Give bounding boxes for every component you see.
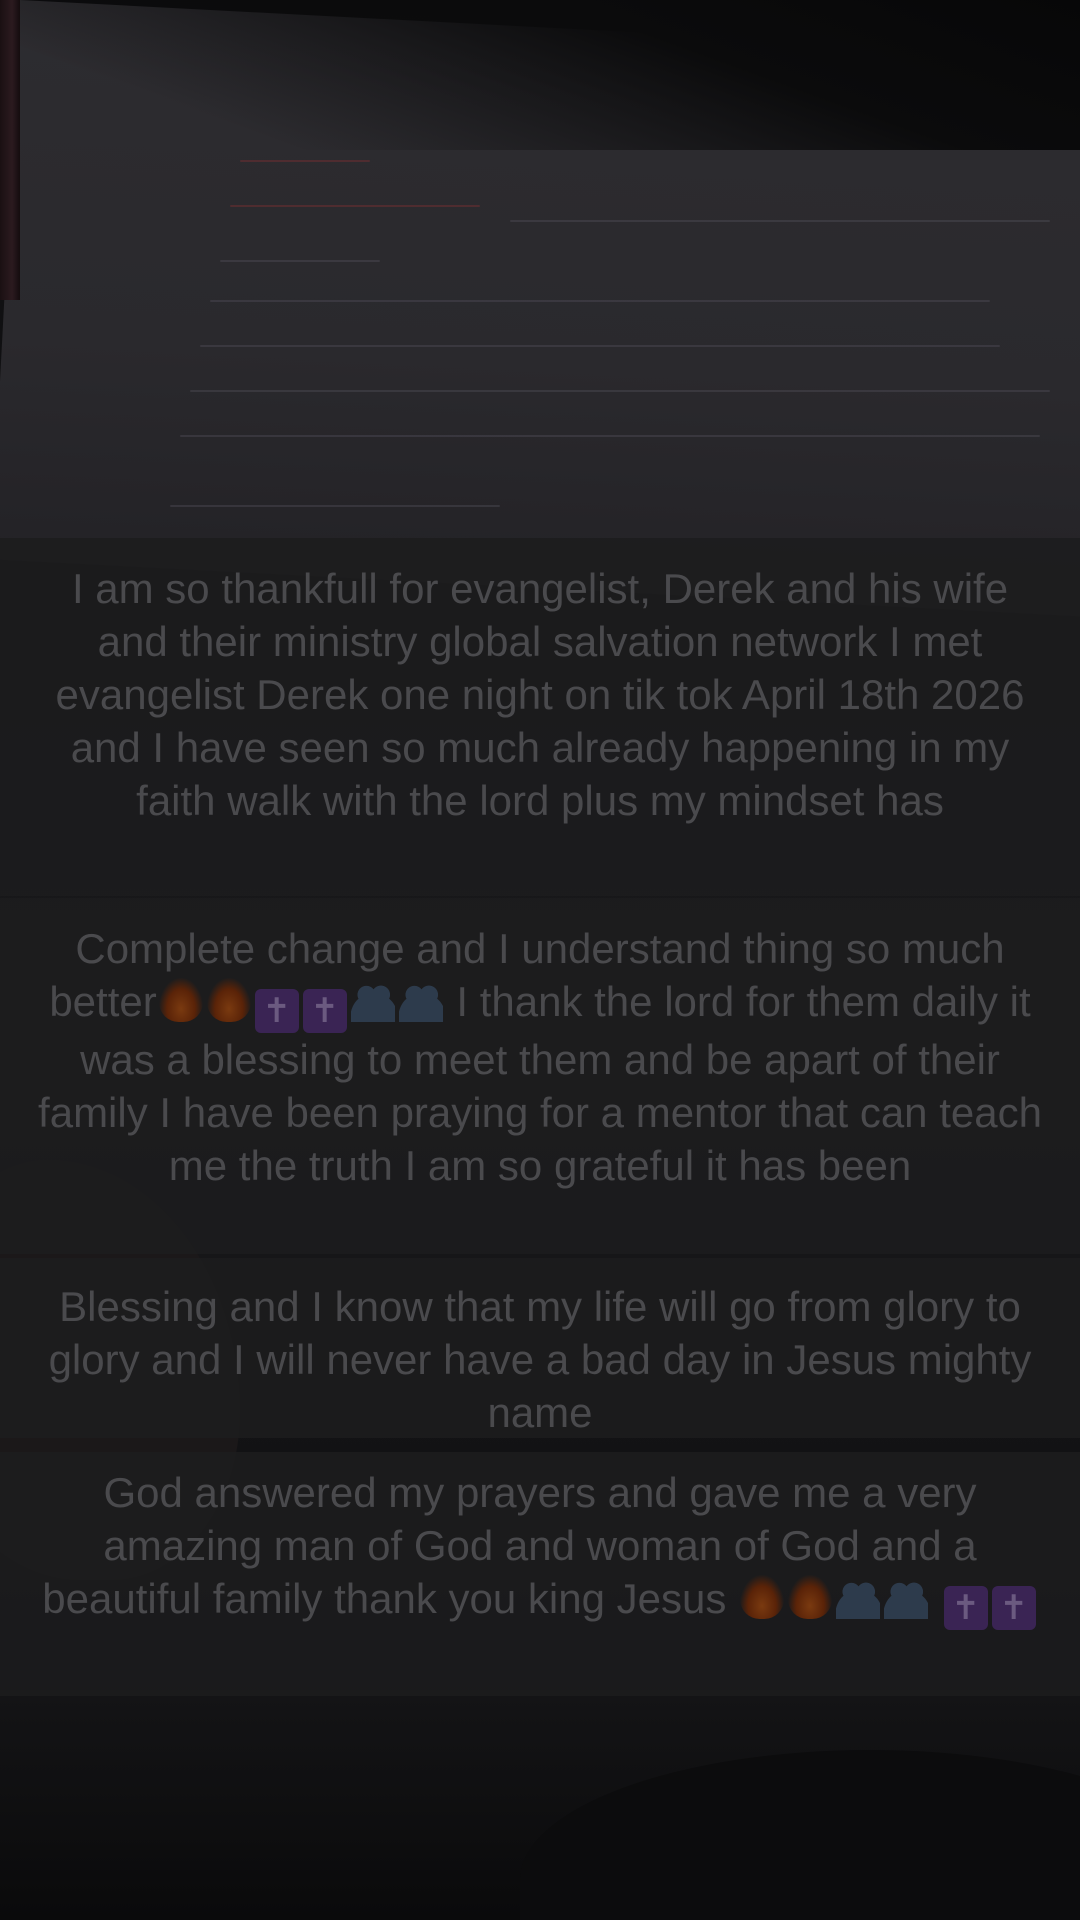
fire-icon: [788, 1575, 833, 1619]
caption-block: I am so thankfull for evangelist, Derek …: [0, 538, 1080, 896]
story-screen: I am so thankfull for evangelist, Derek …: [0, 0, 1080, 1920]
fire-icon: [158, 978, 203, 1022]
caption-text: Complete change and I understand thing s…: [36, 922, 1044, 1192]
latin-cross-icon: ✝: [302, 989, 347, 1033]
latin-cross-icon: ✝: [254, 989, 299, 1033]
shadow: [0, 0, 1080, 150]
caption-block: Complete change and I understand thing s…: [0, 898, 1080, 1254]
handwriting-line: [170, 505, 500, 507]
caption-text: Blessing and I know that my life will go…: [48, 1283, 1032, 1436]
pen: [0, 0, 20, 300]
handwriting-line: [180, 435, 1040, 437]
fire-icon: [206, 978, 251, 1022]
two-people-icon: [836, 1575, 881, 1619]
handwriting-line: [190, 390, 1050, 392]
handwriting-line: [510, 220, 1050, 222]
handwriting-line: [220, 260, 380, 262]
handwriting-line: [230, 205, 480, 207]
caption-text: God answered my prayers and gave me a ve…: [36, 1466, 1044, 1630]
latin-cross-icon: ✝: [991, 1586, 1036, 1630]
two-people-icon: [884, 1575, 929, 1619]
fire-icon: [740, 1575, 785, 1619]
two-people-icon: [398, 978, 443, 1022]
handwriting-line: [210, 300, 990, 302]
caption-block: Blessing and I know that my life will go…: [0, 1258, 1080, 1438]
handwriting-line: [240, 160, 370, 162]
latin-cross-icon: ✝: [943, 1586, 988, 1630]
two-people-icon: [350, 978, 395, 1022]
handwriting-line: [200, 345, 1000, 347]
caption-text: I am so thankfull for evangelist, Derek …: [55, 565, 1025, 824]
caption-block: God answered my prayers and gave me a ve…: [0, 1452, 1080, 1696]
